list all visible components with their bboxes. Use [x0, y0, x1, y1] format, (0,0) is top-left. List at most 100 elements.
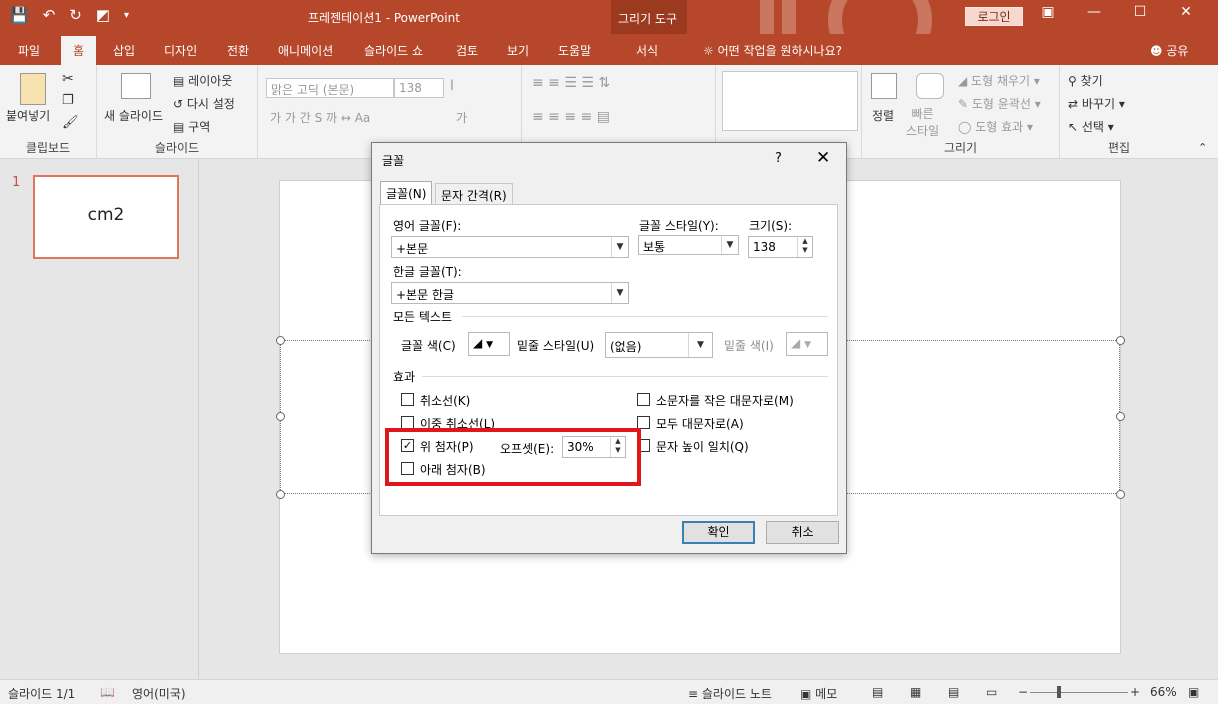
zoom-out-icon[interactable]: − — [1018, 685, 1028, 699]
size-spinner[interactable]: 138 ▲ ▼ — [748, 236, 813, 258]
font-color-icon[interactable]: 가 — [456, 109, 467, 126]
bullets-icon[interactable]: ≡ ≡ ☰ ☰ ⇅ — [532, 75, 610, 91]
underline-style-dropdown[interactable]: (없음) ▼ — [605, 332, 713, 358]
find-label: 찾기 — [1080, 74, 1103, 88]
slideshow-icon[interactable]: ◩ — [96, 6, 110, 24]
customize-qat-icon[interactable]: ▾ — [124, 10, 129, 21]
arrange-icon[interactable] — [871, 73, 897, 99]
asian-font-value: +본문 한글 — [396, 288, 455, 302]
resize-handle[interactable] — [276, 336, 285, 345]
tab-file[interactable]: 파일 — [18, 42, 40, 59]
select-button[interactable]: ↖ 선택 ▾ — [1068, 118, 1114, 135]
normal-view-icon[interactable]: ▤ — [872, 685, 883, 699]
tab-font[interactable]: 글꼴(N) — [380, 181, 433, 206]
comments-button[interactable]: ▣ 메모 — [800, 685, 837, 702]
language-indicator[interactable]: 영어(미국) — [132, 685, 186, 702]
tab-format[interactable]: 서식 — [636, 42, 658, 59]
notes-button[interactable]: ≡ 슬라이드 노트 — [688, 685, 772, 702]
slide-thumbnail-pane: 1 cm2 — [0, 159, 199, 679]
grow-font-icon[interactable]: ا — [450, 78, 454, 94]
login-button[interactable]: 로그인 — [965, 7, 1023, 26]
ribbon-display-icon[interactable]: ▣ — [1040, 4, 1056, 20]
replace-label: 바꾸기 — [1081, 97, 1115, 111]
font-color-picker[interactable]: ◢ ▼ — [468, 332, 510, 356]
asian-font-dropdown[interactable]: +본문 한글 ▼ — [391, 282, 629, 304]
ok-button[interactable]: 확인 — [682, 521, 755, 544]
shape-fill-button[interactable]: ◢ 도형 채우기 ▾ — [958, 72, 1040, 89]
undo-icon[interactable]: ↶ — [43, 6, 56, 24]
tab-character-spacing[interactable]: 문자 간격(R) — [435, 183, 513, 205]
slide-sorter-icon[interactable]: ▦ — [910, 685, 921, 699]
new-slide-icon[interactable] — [121, 73, 151, 99]
strikethrough-checkbox[interactable] — [401, 393, 414, 406]
chevron-down-icon: ▼ — [721, 236, 738, 254]
tab-design[interactable]: 디자인 — [164, 42, 197, 59]
save-icon[interactable]: 💾 — [10, 6, 29, 24]
share-button[interactable]: ☻ 공유 — [1150, 42, 1188, 59]
shape-outline-button[interactable]: ✎ 도형 윤곽선 ▾ — [958, 95, 1041, 112]
close-icon[interactable]: ✕ — [1178, 4, 1194, 20]
tab-transitions[interactable]: 전환 — [227, 42, 249, 59]
zoom-slider[interactable] — [1030, 692, 1128, 693]
resize-handle[interactable] — [1116, 336, 1125, 345]
slideshow-view-icon[interactable]: ▭ — [986, 685, 997, 699]
quick-styles-button[interactable]: 빠른 스타일 — [906, 105, 939, 139]
copy-icon[interactable]: ❐ — [62, 93, 74, 108]
cut-icon[interactable]: ✂ — [62, 71, 74, 87]
zoom-slider-thumb[interactable] — [1057, 686, 1061, 698]
maximize-icon[interactable]: ☐ — [1132, 4, 1148, 20]
bold-icon[interactable]: 가 가 간 S 까 ↔ Aa — [270, 109, 370, 126]
shapes-gallery[interactable] — [722, 71, 858, 131]
resize-handle[interactable] — [276, 412, 285, 421]
quick-access-toolbar: 💾 ↶ ↻ ◩ ▾ — [10, 6, 129, 24]
dialog-close-icon[interactable]: ✕ — [816, 148, 830, 168]
paste-icon[interactable] — [20, 73, 46, 105]
reading-view-icon[interactable]: ▤ — [948, 685, 959, 699]
shape-effects-button[interactable]: ◯ 도형 효과 ▾ — [958, 118, 1033, 135]
editing-group-label: 편집 — [1107, 141, 1131, 155]
slide-thumbnail[interactable]: cm2 — [33, 175, 179, 259]
tab-help[interactable]: 도움말 — [558, 42, 591, 59]
tab-insert[interactable]: 삽입 — [113, 42, 135, 59]
tab-slideshow[interactable]: 슬라이드 쇼 — [364, 42, 423, 59]
tab-home[interactable]: 홈 — [61, 36, 97, 65]
all-text-heading: 모든 텍스트 — [393, 310, 453, 324]
font-style-dropdown[interactable]: 보통 ▼ — [638, 235, 739, 255]
collapse-ribbon-icon[interactable]: ⌃ — [1198, 141, 1207, 154]
quick-styles-icon[interactable] — [916, 73, 944, 99]
find-button[interactable]: ⚲ 찾기 — [1068, 72, 1103, 89]
zoom-level[interactable]: 66% — [1150, 685, 1177, 699]
tab-review[interactable]: 검토 — [456, 42, 478, 59]
replace-button[interactable]: ⇄ 바꾸기 ▾ — [1068, 95, 1125, 112]
arrange-button[interactable]: 정렬 — [872, 107, 894, 124]
font-size-combo[interactable]: 138 — [394, 78, 444, 98]
tab-animations[interactable]: 애니메이션 — [278, 42, 333, 59]
redo-icon[interactable]: ↻ — [69, 6, 82, 24]
person-icon: ☻ — [1150, 44, 1163, 58]
cancel-button[interactable]: 취소 — [766, 521, 839, 544]
zoom-in-icon[interactable]: + — [1130, 685, 1140, 699]
resize-handle[interactable] — [1116, 412, 1125, 421]
group-editing: ⚲ 찾기 ⇄ 바꾸기 ▾ ↖ 선택 ▾ 편집 ⌃ — [1060, 65, 1218, 159]
annotation-highlight — [385, 428, 641, 486]
format-painter-icon[interactable]: 🖌 — [62, 115, 79, 130]
section-label: 구역 — [188, 120, 211, 134]
fit-to-window-icon[interactable]: ▣ — [1188, 685, 1199, 699]
new-slide-button[interactable]: 새 슬라이드 — [104, 107, 163, 124]
reset-button[interactable]: ↺ 다시 설정 — [173, 95, 235, 112]
tab-view[interactable]: 보기 — [507, 42, 529, 59]
resize-handle[interactable] — [276, 490, 285, 499]
spellcheck-icon[interactable]: 📖 — [100, 685, 115, 699]
section-button[interactable]: ▤ 구역 — [173, 118, 210, 135]
small-caps-checkbox[interactable] — [637, 393, 650, 406]
paste-button[interactable]: 붙여넣기 — [6, 107, 50, 124]
minimize-icon[interactable]: — — [1086, 4, 1102, 20]
font-name-combo[interactable]: 맑은 고딕 (본문) — [266, 78, 394, 98]
underline-color-picker[interactable]: ◢ ▼ — [786, 332, 828, 356]
tell-me-box[interactable]: ☼ 어떤 작업을 원하시나요? — [703, 42, 842, 59]
latin-font-dropdown[interactable]: +본문 ▼ — [391, 236, 629, 258]
help-button[interactable]: ? — [775, 151, 782, 166]
resize-handle[interactable] — [1116, 490, 1125, 499]
layout-button[interactable]: ▤ 레이아웃 — [173, 72, 232, 89]
align-left-icon[interactable]: ≡ ≡ ≡ ≡ ▤ — [532, 109, 610, 125]
